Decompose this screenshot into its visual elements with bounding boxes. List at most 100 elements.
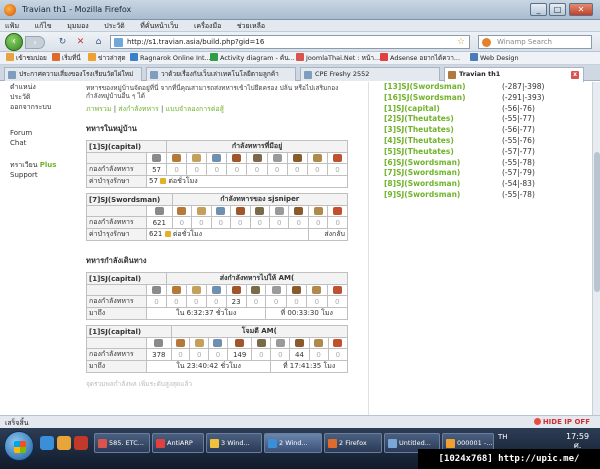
search-engine-icon[interactable] [482, 38, 491, 47]
minimize-button[interactable]: _ [530, 3, 547, 16]
village-number[interactable]: [3] [384, 125, 396, 134]
bookmark-item[interactable]: Adsense อยากได้ควา... [380, 53, 460, 64]
village-list-item[interactable]: [4]SJ(Theutates) (-55|-76) [384, 136, 584, 147]
village-list-item[interactable]: [1]SJ(capital) (-56|-76) [384, 104, 584, 115]
send-back-link[interactable]: ส่งกลับ [307, 228, 349, 241]
village-number[interactable]: [2] [384, 114, 396, 123]
village-number[interactable]: [16] [384, 93, 401, 102]
village-number[interactable]: [4] [384, 136, 396, 145]
village-link[interactable]: SJ(Theutates) [396, 136, 454, 145]
back-button[interactable]: ‹ [5, 33, 23, 51]
village-link[interactable]: SJ(Swordsman) [396, 190, 460, 199]
village-list-item[interactable]: [3]SJ(Theutates) (-56|-77) [384, 125, 584, 136]
village-number[interactable]: [9] [384, 190, 396, 199]
village-number[interactable]: [5] [384, 147, 396, 156]
language-indicator[interactable]: TH [498, 433, 508, 441]
bookmark-item[interactable]: JoomlaThai.Net : หน้า... [296, 53, 380, 64]
chat-link[interactable]: Chat [10, 138, 76, 148]
tab-close-icon[interactable]: x [571, 71, 579, 79]
movement-heading[interactable]: โจมตี AM( [170, 325, 349, 338]
village-list-item[interactable]: [5]SJ(Theutates) (-57|-77) [384, 147, 584, 158]
village-number[interactable]: [7] [384, 168, 396, 177]
reload-icon[interactable]: ↻ [56, 36, 69, 49]
scrollbar[interactable] [592, 82, 600, 415]
send-troops-link[interactable]: ส่งกำลังทหาร [118, 105, 159, 113]
scrollbar-thumb[interactable] [594, 152, 600, 292]
village-number[interactable]: [8] [384, 179, 396, 188]
village-name[interactable]: [7]SJ(Swordsman) [86, 193, 173, 206]
village-link[interactable]: SJ(Theutates) [396, 147, 454, 156]
taskbar-item[interactable]: AntiARP [152, 433, 204, 453]
search-input[interactable]: Winamp Search [497, 38, 552, 46]
village-name[interactable]: [1]SJ(capital) [86, 325, 172, 338]
taskbar-item[interactable]: 2 Firefox [324, 433, 382, 453]
forum-link[interactable]: Forum [10, 128, 76, 138]
troop-count: 0 [306, 295, 328, 308]
start-button[interactable] [4, 431, 34, 461]
plus-link[interactable]: ทราเวียน Plus [10, 160, 76, 170]
url-text[interactable]: http://s1.travian.asia/build.php?gid=16 [127, 38, 264, 46]
village-number[interactable]: [6] [384, 158, 396, 167]
village-number[interactable]: [1] [384, 104, 396, 113]
village-number[interactable]: [13] [384, 82, 401, 91]
bookmark-item[interactable]: เข้าชมบ่อย [6, 53, 47, 64]
village-list-item[interactable]: [6]SJ(Swordsman) (-55|-78) [384, 158, 584, 169]
stop-icon[interactable]: ✕ [74, 36, 87, 49]
troop-count: 0 [246, 163, 268, 176]
maximize-button[interactable]: □ [549, 3, 566, 16]
village-link[interactable]: SJ(Swordsman) [401, 82, 465, 91]
overview-link[interactable]: ภาพรวม [86, 105, 111, 113]
village-link[interactable]: SJ(Swordsman) [396, 168, 460, 177]
combat-simulator-link[interactable]: แบบจำลองการต่อสู้ [166, 105, 224, 113]
menu-view[interactable]: มุมมอง [67, 20, 88, 32]
village-name[interactable]: [1]SJ(capital) [86, 272, 167, 285]
village-link[interactable]: SJ(Swordsman) [396, 158, 460, 167]
menu-edit[interactable]: แก้ไข [35, 20, 52, 32]
menu-history[interactable]: ประวัติ [104, 20, 124, 32]
menu-help[interactable]: ช่วยเหลือ [237, 20, 265, 32]
bookmark-item[interactable]: Ragnarok Online Int... [130, 53, 211, 64]
menu-link[interactable]: ออกจากระบบ [10, 102, 76, 112]
url-bar[interactable]: http://s1.travian.asia/build.php?gid=16 … [110, 35, 470, 49]
search-bar[interactable]: Winamp Search [478, 35, 592, 49]
village-list-item[interactable]: [8]SJ(Swordsman) (-54|-83) [384, 179, 584, 190]
village-list-item[interactable]: [7]SJ(Swordsman) (-57|-79) [384, 168, 584, 179]
clock[interactable]: 17:59 ศ. [566, 432, 589, 450]
bookmark-item[interactable]: ข่าวล่าสุด [88, 53, 126, 64]
village-list-item[interactable]: [9]SJ(Swordsman) (-55|-78) [384, 190, 584, 201]
folder-icon[interactable] [57, 436, 71, 450]
village-list-item[interactable]: [13]SJ(Swordsman) (-287|-398) [384, 82, 584, 93]
menu-link[interactable]: ตำแหน่ง [10, 82, 76, 92]
tab[interactable]: วาด้วยเรื่องกับเว็บเล่าเทคโนโลยีตามลูกค้… [146, 67, 296, 81]
tab-active[interactable]: Travian th1 x [444, 67, 584, 82]
movement-heading[interactable]: ส่งกำลังทหารไปให้ AM( [165, 272, 349, 285]
tab[interactable]: ประกาศความเสี่ยงของโรงเรียนวัดไผ่ใหม่ [4, 67, 142, 81]
village-list-item[interactable]: [16]SJ(Swordsman) (-291|-393) [384, 93, 584, 104]
taskbar-item[interactable]: 2 Wind... [264, 433, 322, 453]
village-name[interactable]: [1]SJ(capital) [85, 140, 168, 153]
bookmark-item[interactable]: Activity diagram - ค้น... [210, 53, 295, 64]
bookmark-item[interactable]: เริ่มที่นี่ [52, 53, 81, 64]
menu-bookmarks[interactable]: ที่คั่นหน้าเว็บ [140, 20, 178, 32]
bookmark-item[interactable]: Web Design [470, 53, 519, 64]
village-link[interactable]: SJ(Theutates) [396, 114, 454, 123]
media-icon[interactable] [74, 436, 88, 450]
village-link[interactable]: SJ(Theutates) [396, 125, 454, 134]
menu-file[interactable]: แฟ้ม [5, 20, 19, 32]
close-button[interactable]: ✕ [569, 3, 593, 16]
bookmark-star-icon[interactable]: ☆ [457, 37, 465, 47]
taskbar-item[interactable]: 3 Wind... [206, 433, 262, 453]
village-link[interactable]: SJ(Swordsman) [401, 93, 465, 102]
taskbar-item[interactable]: 585. ETC... [94, 433, 150, 453]
home-icon[interactable]: ⌂ [92, 36, 105, 49]
hide-ip-status[interactable]: HIDE IP OFF [533, 418, 590, 426]
village-list-item[interactable]: [2]SJ(Theutates) (-55|-77) [384, 114, 584, 125]
menu-link[interactable]: ประวัติ [10, 92, 76, 102]
ie-icon[interactable] [40, 436, 54, 450]
tab[interactable]: CPE Freshy 2552 [300, 67, 440, 81]
forward-button[interactable]: › [25, 36, 45, 49]
menu-tools[interactable]: เครื่องมือ [194, 20, 221, 32]
village-link[interactable]: SJ(capital) [396, 104, 440, 113]
support-link[interactable]: Support [10, 170, 76, 180]
village-link[interactable]: SJ(Swordsman) [396, 179, 460, 188]
